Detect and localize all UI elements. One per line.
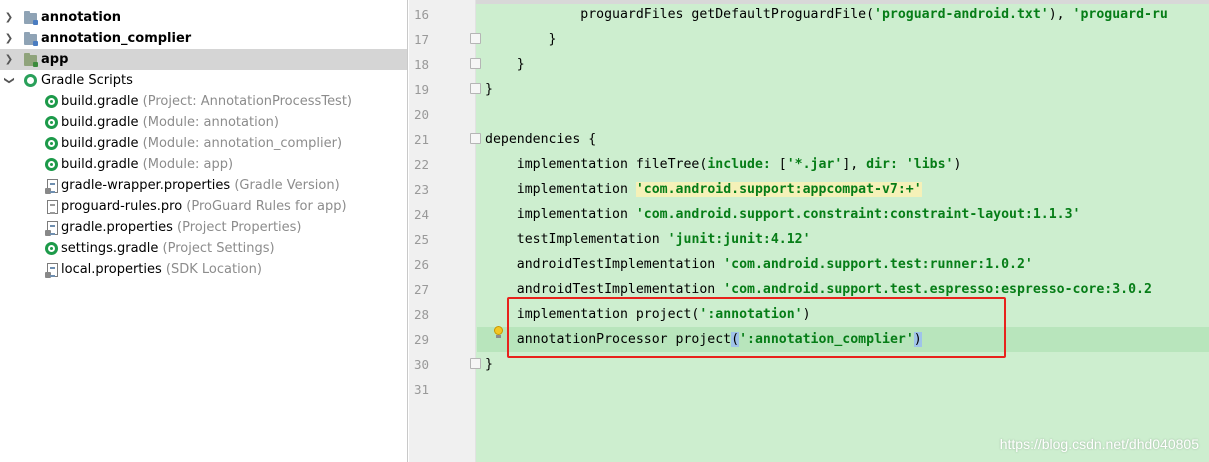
gradle-scripts-icon — [24, 74, 37, 87]
code-line-30[interactable]: } — [485, 352, 493, 377]
tree-item-build-gradle-annotation-complier[interactable]: build.gradle (Module: annotation_complie… — [0, 133, 407, 154]
line-number: 30 — [413, 357, 429, 372]
tree-item-hint: (Module: app) — [138, 157, 234, 172]
gradle-file-icon — [45, 116, 58, 129]
code-line-17[interactable]: } — [485, 27, 557, 52]
gradle-file-icon — [45, 242, 58, 255]
gradle-file-icon — [45, 137, 58, 150]
line-number: 16 — [413, 7, 429, 22]
tree-item-label: build.gradle (Module: annotation) — [61, 115, 279, 130]
line-number: 19 — [413, 82, 429, 97]
tree-item-hint: (Gradle Version) — [230, 178, 340, 193]
tree-item-proguard-rules[interactable]: proguard-rules.pro (ProGuard Rules for a… — [0, 196, 407, 217]
tree-item-label: build.gradle (Module: annotation_complie… — [61, 136, 343, 151]
module-folder-icon — [24, 11, 38, 25]
code-line-26[interactable]: androidTestImplementation 'com.android.s… — [485, 252, 1033, 277]
line-number: 17 — [413, 32, 429, 47]
lightbulb-icon[interactable] — [493, 326, 503, 338]
fold-marker-icon[interactable] — [470, 58, 481, 69]
code-line-24[interactable]: implementation 'com.android.support.cons… — [485, 202, 1081, 227]
tree-item-hint: (Project Properties) — [172, 220, 302, 235]
line-number: 23 — [413, 182, 429, 197]
module-folder-icon — [24, 32, 38, 46]
tree-item-label: settings.gradle (Project Settings) — [61, 241, 275, 256]
line-number: 25 — [413, 232, 429, 247]
line-number: 28 — [413, 307, 429, 322]
tree-item-settings-gradle[interactable]: settings.gradle (Project Settings) — [0, 238, 407, 259]
tree-item-local-properties[interactable]: local.properties (SDK Location) — [0, 259, 407, 280]
tree-item-label: build.gradle (Module: app) — [61, 157, 234, 172]
tree-item-gradle-wrapper-properties[interactable]: gradle-wrapper.properties (Gradle Versio… — [0, 175, 407, 196]
tree-item-build-gradle-app[interactable]: build.gradle (Module: app) — [0, 154, 407, 175]
line-number: 22 — [413, 157, 429, 172]
code-line-16[interactable]: proguardFiles getDefaultProguardFile('pr… — [485, 2, 1168, 27]
tree-item-label: annotation_complier — [41, 31, 192, 46]
app-module-folder-icon — [24, 53, 38, 67]
chevron-right-icon[interactable]: ❯ — [3, 49, 15, 70]
code-line-22[interactable]: implementation fileTree(include: ['*.jar… — [485, 152, 962, 177]
fold-marker-icon[interactable] — [470, 33, 481, 44]
tree-item-label: local.properties (SDK Location) — [61, 262, 262, 277]
tree-item-build-gradle-project[interactable]: build.gradle (Project: AnnotationProcess… — [0, 91, 407, 112]
editor-gutter[interactable]: 16 17 18 19 20 21 22 23 24 25 26 27 28 2… — [409, 0, 481, 462]
red-highlight-box — [507, 297, 1006, 358]
tree-item-gradle-properties[interactable]: gradle.properties (Project Properties) — [0, 217, 407, 238]
line-number: 27 — [413, 282, 429, 297]
tree-item-hint: (Project: AnnotationProcessTest) — [138, 94, 353, 109]
line-number: 20 — [413, 107, 429, 122]
tree-item-label: proguard-rules.pro (ProGuard Rules for a… — [61, 199, 347, 214]
tree-item-annotation-complier[interactable]: ❯ annotation_complier — [0, 28, 407, 49]
tree-item-label: gradle-wrapper.properties (Gradle Versio… — [61, 178, 340, 193]
fold-marker-icon[interactable] — [470, 83, 481, 94]
line-number: 31 — [413, 382, 429, 397]
tree-item-hint: (ProGuard Rules for app) — [182, 199, 347, 214]
tree-item-build-gradle-annotation[interactable]: build.gradle (Module: annotation) — [0, 112, 407, 133]
tree-item-label: build.gradle (Project: AnnotationProcess… — [61, 94, 353, 109]
tree-item-label: gradle.properties (Project Properties) — [61, 220, 302, 235]
gradle-file-icon — [45, 95, 58, 108]
line-number: 24 — [413, 207, 429, 222]
tree-item-app[interactable]: ❯ app — [0, 49, 407, 70]
properties-file-icon — [45, 179, 58, 194]
tree-item-label: annotation — [41, 10, 122, 25]
code-line-18[interactable]: } — [485, 52, 525, 77]
tree-item-label: app — [41, 52, 69, 67]
tree-item-label: Gradle Scripts — [41, 73, 133, 88]
project-tree-panel: ❯ annotation ❯ annotation_complier ❯ app… — [0, 0, 408, 462]
code-line-21[interactable]: dependencies { — [485, 127, 596, 152]
tree-item-hint: (Project Settings) — [158, 241, 275, 256]
code-line-19[interactable]: } — [485, 77, 493, 102]
tree-item-hint: (Module: annotation) — [138, 115, 279, 130]
line-number: 26 — [413, 257, 429, 272]
properties-file-icon — [45, 263, 58, 278]
line-number: 21 — [413, 132, 429, 147]
tree-item-hint: (SDK Location) — [161, 262, 262, 277]
line-number: 18 — [413, 57, 429, 72]
code-line-25[interactable]: testImplementation 'junit:junit:4.12' — [485, 227, 811, 252]
fold-marker-icon[interactable] — [470, 358, 481, 369]
tree-item-annotation[interactable]: ❯ annotation — [0, 7, 407, 28]
code-editor[interactable]: 16 17 18 19 20 21 22 23 24 25 26 27 28 2… — [409, 0, 1209, 462]
proguard-file-icon — [47, 200, 58, 214]
chevron-right-icon[interactable]: ❯ — [3, 7, 15, 28]
gradle-file-icon — [45, 158, 58, 171]
properties-file-icon — [45, 221, 58, 236]
tree-item-gradle-scripts[interactable]: ❯ Gradle Scripts — [0, 70, 407, 91]
chevron-down-icon[interactable]: ❯ — [0, 75, 20, 87]
chevron-right-icon[interactable]: ❯ — [3, 28, 15, 49]
line-number: 29 — [413, 332, 429, 347]
watermark: https://blog.csdn.net/dhd040805 — [999, 436, 1199, 452]
code-line-23[interactable]: implementation 'com.android.support:appc… — [485, 177, 922, 202]
tree-item-hint: (Module: annotation_complier) — [138, 136, 343, 151]
fold-marker-icon[interactable] — [470, 133, 481, 144]
